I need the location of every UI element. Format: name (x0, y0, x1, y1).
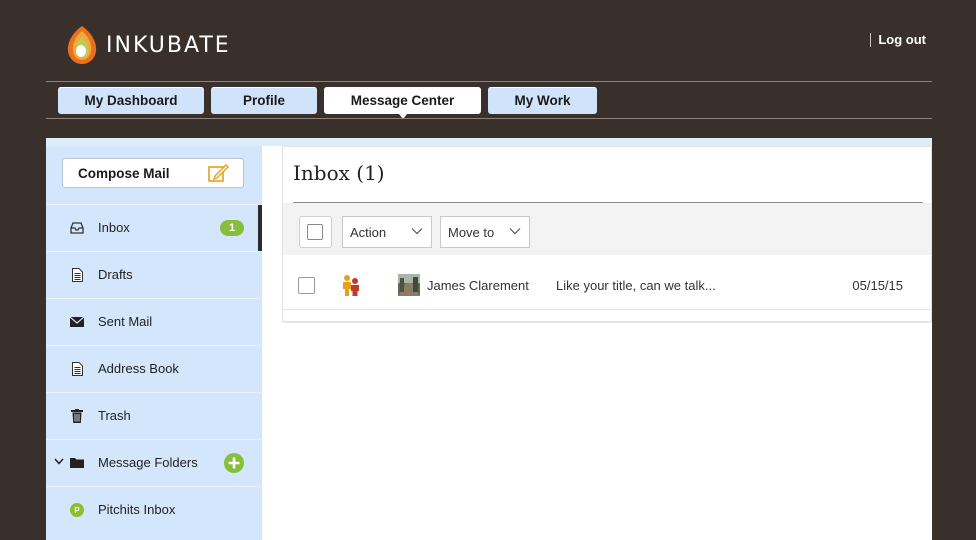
sidebar-item-address-book[interactable]: Address Book (46, 345, 262, 391)
message-sender: James Clarement (427, 278, 529, 293)
message-row[interactable]: James Clarement Like your title, can we … (283, 255, 931, 310)
sidebar-item-label: Drafts (98, 267, 133, 282)
sidebar-item-label: Message Folders (98, 455, 198, 470)
sidebar-item-label: Trash (98, 408, 131, 423)
tab-my-dashboard[interactable]: My Dashboard (58, 87, 204, 114)
message-subject[interactable]: Like your title, can we talk... (556, 278, 716, 293)
message-checkbox[interactable] (298, 277, 315, 294)
chevron-down-icon[interactable] (54, 458, 64, 465)
header-divider-bottom (46, 118, 932, 119)
svg-text:P: P (74, 506, 80, 515)
compose-mail-button[interactable]: Compose Mail (62, 158, 244, 188)
chevron-down-icon (509, 228, 521, 235)
sender-avatar (398, 274, 420, 296)
sidebar-item-message-folders[interactable]: Message Folders (46, 439, 262, 485)
envelope-icon (70, 315, 84, 329)
sidebar-item-pitchits-inbox[interactable]: P Pitchits Inbox (46, 486, 262, 532)
action-dropdown[interactable]: Action (342, 216, 432, 248)
sidebar-item-inbox[interactable]: Inbox 1 (46, 204, 262, 251)
message-center-panel: Compose Mail Inbox 1 Drafts Sent Mail Ad… (46, 138, 932, 540)
inbox-unread-badge: 1 (220, 220, 244, 236)
action-dropdown-label: Action (350, 224, 387, 240)
message-toolbar: Action Move to (283, 203, 931, 255)
tab-profile[interactable]: Profile (211, 87, 317, 114)
message-date: 05/15/15 (852, 278, 903, 293)
chevron-down-icon (411, 228, 423, 235)
checkbox-box (307, 224, 323, 240)
add-folder-icon[interactable] (224, 453, 244, 473)
select-all-checkbox[interactable] (299, 216, 332, 248)
logout-link[interactable]: Log out (870, 33, 926, 47)
main-nav: My Dashboard Profile Message Center My W… (58, 87, 604, 119)
egg-logo-icon (67, 26, 97, 64)
brand-name: INKUBATE (106, 32, 231, 58)
sidebar-item-label: Pitchits Inbox (98, 502, 176, 517)
sidebar-item-drafts[interactable]: Drafts (46, 251, 262, 297)
sidebar-item-trash[interactable]: Trash (46, 392, 262, 438)
sidebar-item-label: Address Book (98, 361, 179, 376)
compose-mail-label: Compose Mail (78, 165, 170, 181)
pitchits-icon: P (70, 502, 84, 517)
tab-message-center[interactable]: Message Center (324, 87, 481, 119)
folder-icon (70, 456, 84, 470)
move-to-dropdown-label: Move to (448, 224, 495, 240)
inbox-icon (70, 221, 84, 235)
trash-icon (70, 408, 84, 423)
list-bottom-divider (283, 322, 931, 323)
sidebar-item-label: Inbox (98, 220, 130, 235)
inbox-panel: Inbox (1) Action Move to James Clarement… (282, 146, 932, 323)
pencil-edit-icon (208, 164, 229, 182)
document-icon (70, 267, 84, 282)
brand-logo[interactable]: INKUBATE (66, 25, 231, 65)
move-to-dropdown[interactable]: Move to (440, 216, 530, 248)
document-icon (70, 361, 84, 376)
message-center-body: Compose Mail Inbox 1 Drafts Sent Mail Ad… (46, 146, 932, 540)
header-divider-top (46, 81, 932, 82)
sidebar-item-label: Sent Mail (98, 314, 153, 329)
mail-sidebar: Compose Mail Inbox 1 Drafts Sent Mail Ad… (46, 146, 262, 540)
page-title: Inbox (1) (293, 161, 385, 185)
sidebar-item-sent-mail[interactable]: Sent Mail (46, 298, 262, 344)
tab-my-work[interactable]: My Work (488, 87, 597, 114)
people-contact-icon (343, 275, 359, 296)
